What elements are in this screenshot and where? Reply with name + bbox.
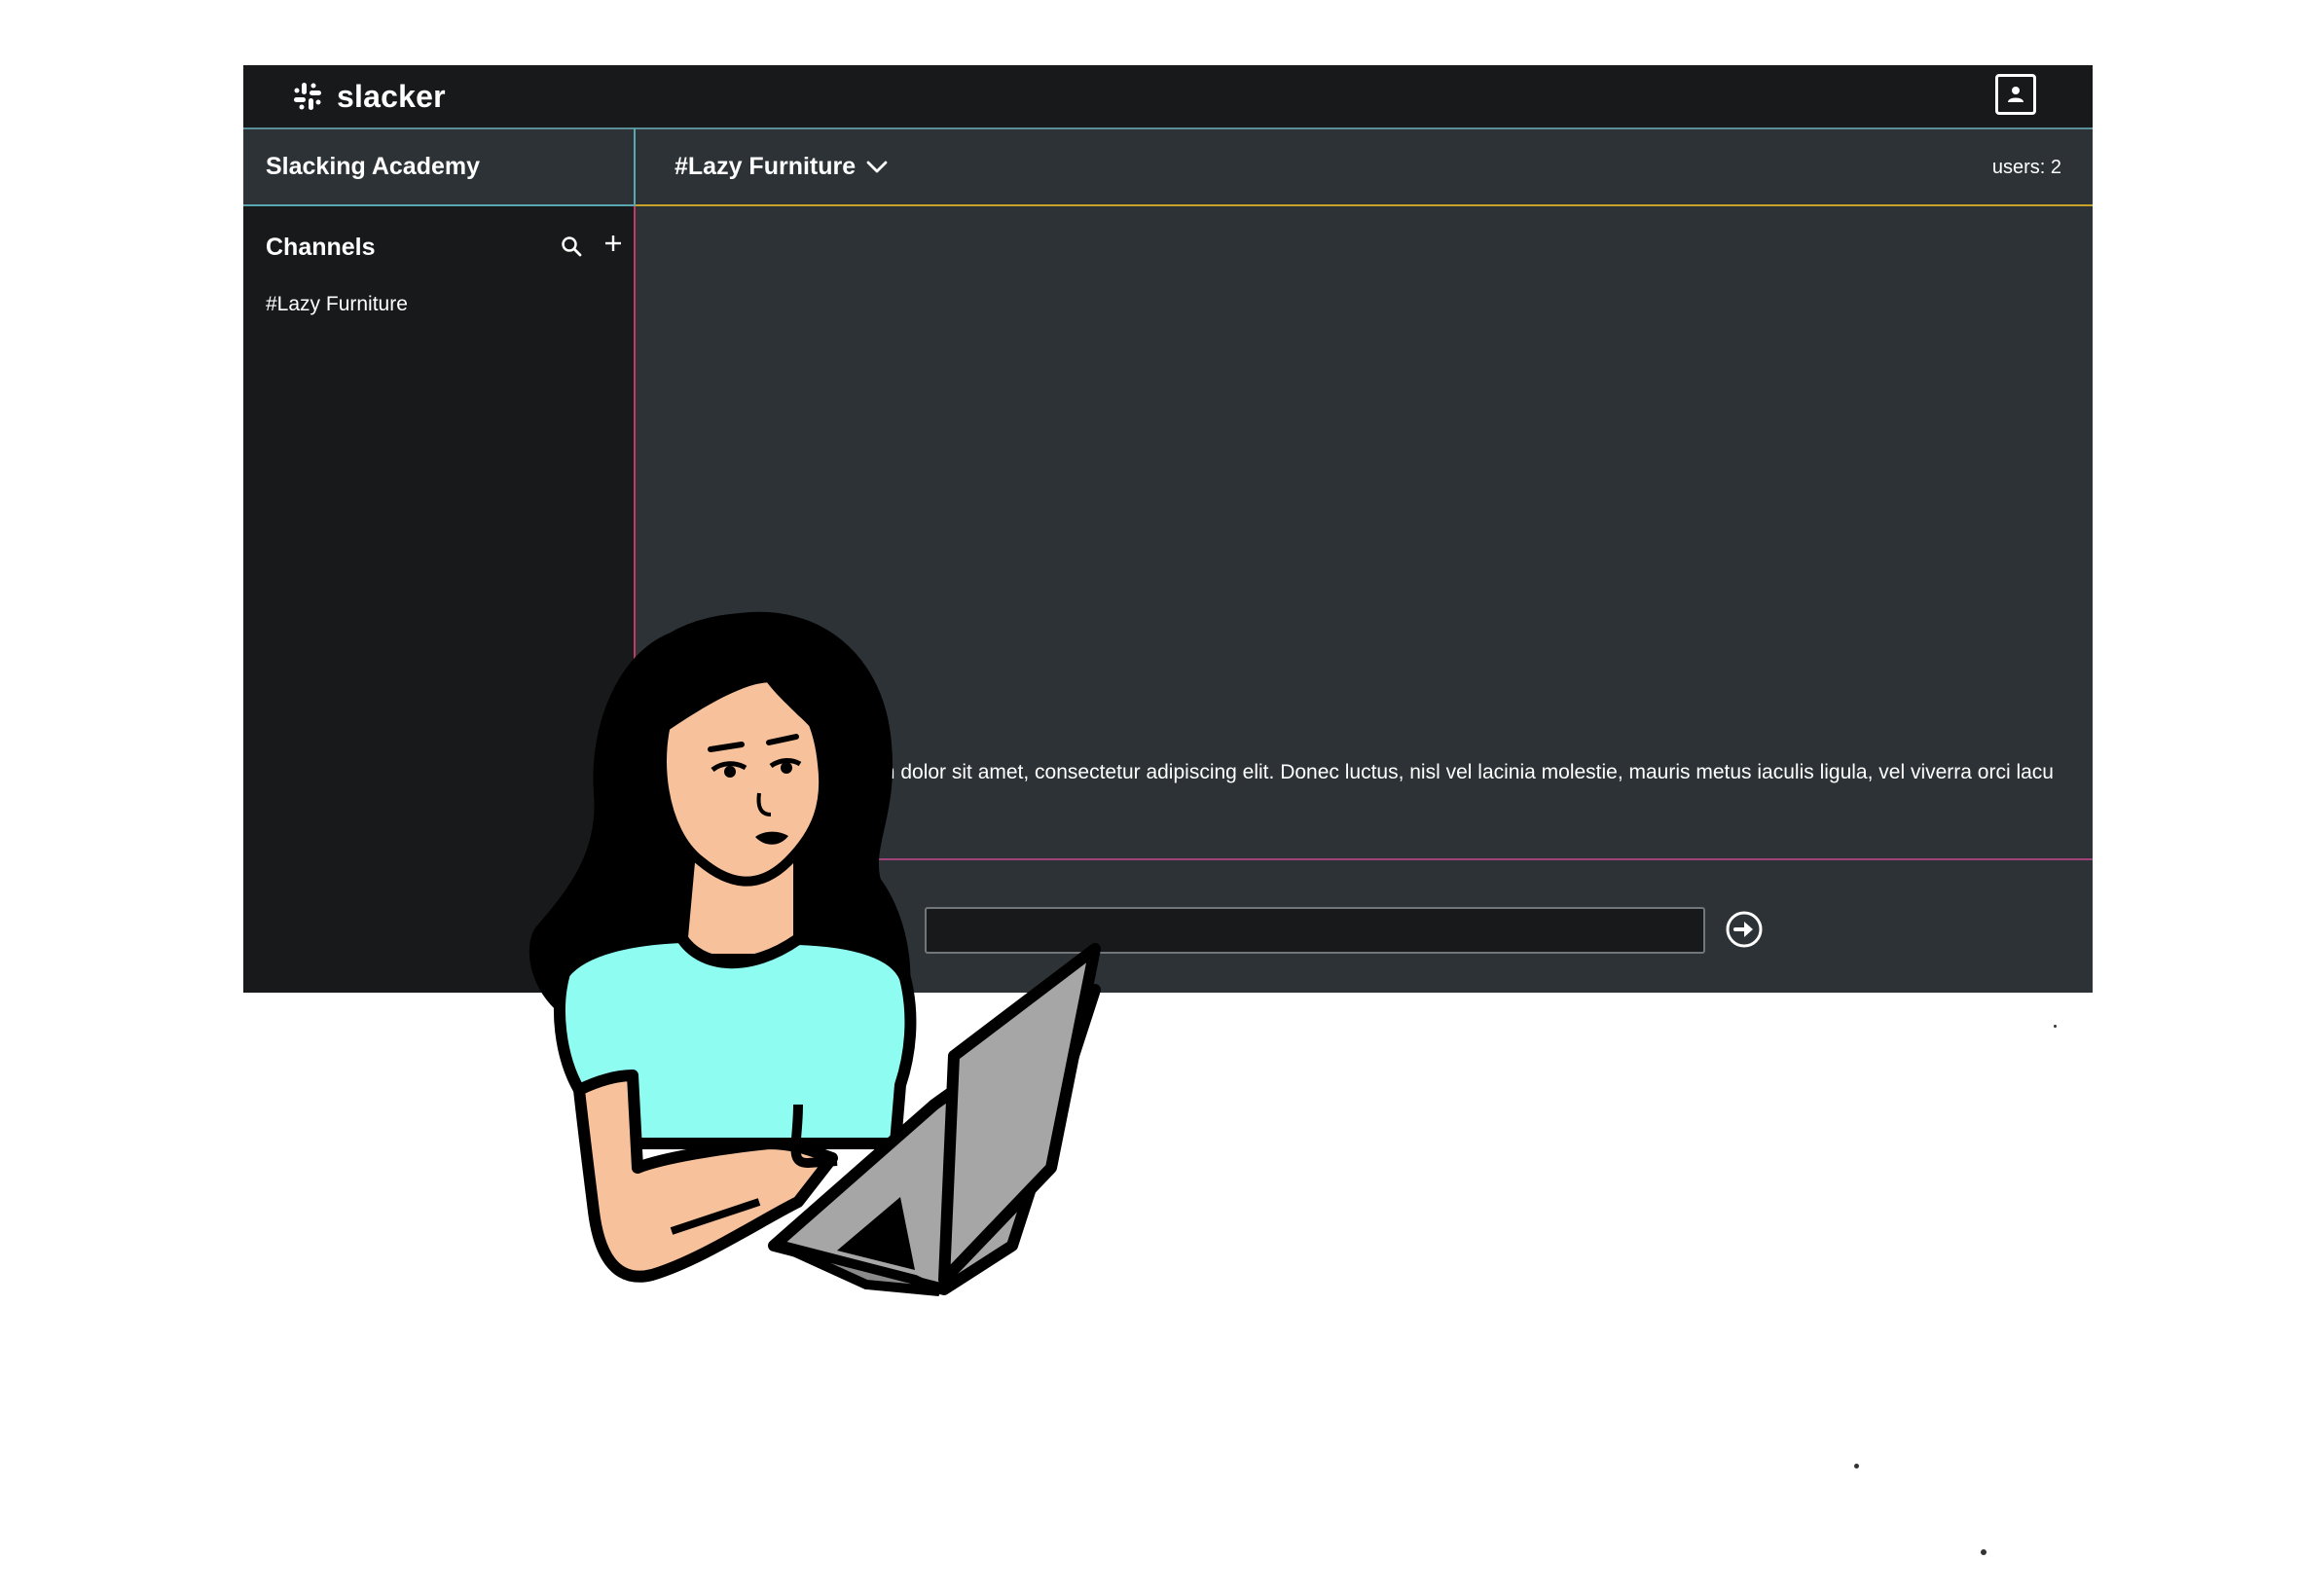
decorative-dot [1854,1464,1859,1469]
send-button[interactable] [1725,910,1764,949]
profile-button[interactable] [1995,74,2036,115]
brand[interactable]: slacker [292,75,446,118]
channel-header: #Lazy Furniture users: 2 [636,127,2093,206]
sidebar-item-lazy-furniture[interactable]: #Lazy Furniture [266,293,408,316]
search-channels-button[interactable] [560,235,583,258]
user-profile-icon [2008,87,2024,102]
decorative-dot [1981,1549,1987,1555]
users-count: users: 2 [1991,157,2061,178]
channel-title-dropdown[interactable]: #Lazy Furniture [675,153,889,181]
decorative-dot [2054,1025,2057,1028]
plus-icon [605,236,621,251]
workspace-header[interactable]: Slacking Academy [243,127,636,206]
workspace-name: Slacking Academy [266,153,481,180]
slack-hash-icon [294,83,321,110]
chevron-down-icon [866,161,888,172]
channels-section-label: Channels [266,234,376,261]
channel-title: #Lazy Furniture [675,153,857,180]
add-channel-button[interactable] [601,229,626,258]
top-bar: slacker [243,65,2093,127]
arrow-right-circle-icon [1726,911,1763,948]
app-name: slacker [337,78,446,114]
person-with-laptop-illustration [529,611,1101,1296]
search-icon [562,236,582,257]
